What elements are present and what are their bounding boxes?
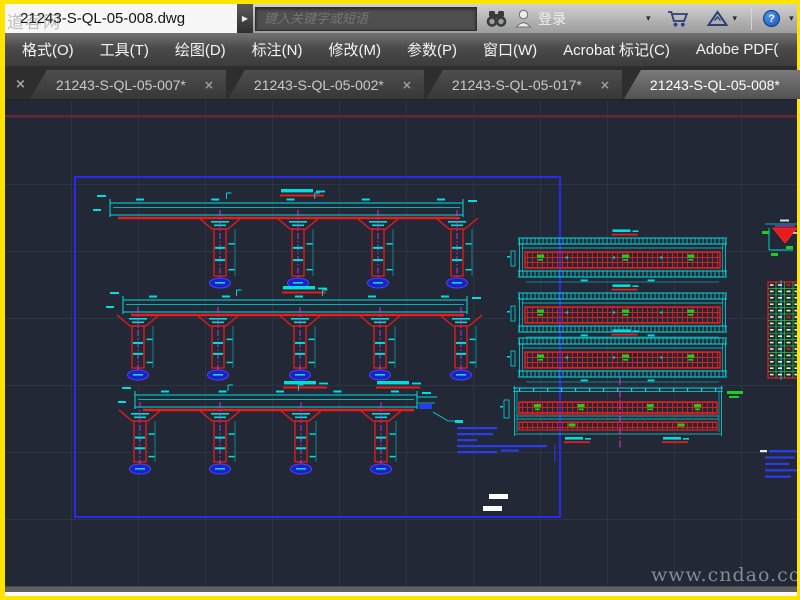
file-tab-007[interactable]: 21243-S-QL-05-007* × [29, 70, 226, 99]
menu-bar: 格式(O) 工具(T) 绘图(D) 标注(N) 修改(M) 参数(P) 窗口(W… [5, 33, 797, 66]
menu-draw[interactable]: 绘图(D) [162, 33, 239, 66]
sign-in-caret-icon[interactable]: ▾ [646, 14, 651, 24]
beam-detail-1 [507, 229, 727, 283]
menu-parametric[interactable]: 参数(P) [394, 33, 470, 66]
close-tab-icon[interactable]: × [15, 77, 26, 92]
screenshot-frame: 道客网 21243-S-QL-05-008.dwg ▶ 键入关键字或短语 登录 … [0, 0, 800, 600]
help-search-box[interactable] [255, 6, 477, 31]
notes-block-left [455, 420, 501, 454]
menu-format[interactable]: 格式(O) [9, 33, 87, 66]
toolbar-divider [751, 7, 753, 30]
bridge-elevation-view-2 [106, 286, 483, 381]
help-caret-icon[interactable]: ▾ [789, 14, 794, 24]
file-tab-008-active[interactable]: 21243-S-QL-05-008* [623, 70, 800, 99]
menu-acrobat-markup[interactable]: Acrobat 标记(C) [550, 33, 683, 66]
menu-dimension[interactable]: 标注(N) [239, 33, 316, 66]
beam-detail-4 [500, 378, 743, 462]
drawing-canvas[interactable]: www.cndao.com [5, 100, 797, 586]
exchange-cart-icon[interactable] [666, 9, 691, 28]
binoculars-search-icon[interactable] [485, 9, 508, 28]
search-input[interactable] [256, 7, 476, 30]
bottom-white-strip [5, 592, 797, 596]
menu-adobe-pdf[interactable]: Adobe PDF( [683, 33, 792, 66]
file-tabs-bar: × 21243-S-QL-05-007* × 21243-S-QL-05-002… [5, 66, 800, 100]
menu-modify[interactable]: 修改(M) [315, 33, 394, 66]
autodesk-360-icon[interactable] [706, 10, 729, 27]
beam-detail-3 [507, 329, 727, 383]
close-tab-icon[interactable]: × [204, 78, 218, 92]
menu-tools[interactable]: 工具(T) [87, 33, 162, 66]
menu-window[interactable]: 窗口(W) [470, 33, 550, 66]
cross-section-detail [762, 219, 797, 256]
autodesk-caret-icon[interactable]: ▾ [733, 14, 738, 24]
rebar-table [767, 280, 797, 380]
window-title: 道客网 21243-S-QL-05-008.dwg [5, 4, 237, 33]
bridge-elevation-view-3 [118, 381, 456, 475]
user-icon[interactable] [515, 9, 532, 28]
title-bar: 道客网 21243-S-QL-05-008.dwg ▶ 键入关键字或短语 登录 … [5, 4, 797, 33]
overlay-watermark: 道客网 [7, 13, 61, 32]
beam-detail-2 [507, 284, 727, 338]
site-watermark: www.cndao.com [651, 564, 797, 586]
notes-block-right [760, 450, 797, 478]
file-tab-002[interactable]: 21243-S-QL-05-002* × [227, 70, 424, 99]
bridge-elevation-view-1 [93, 189, 479, 289]
white-annotation-bar [483, 506, 502, 511]
white-annotation-bar [489, 494, 508, 499]
file-tab-017[interactable]: 21243-S-QL-05-017* × [425, 70, 622, 99]
close-tab-icon[interactable]: × [402, 78, 416, 92]
application-window: 道客网 21243-S-QL-05-008.dwg ▶ 键入关键字或短语 登录 … [5, 4, 800, 596]
help-icon[interactable]: ? [763, 10, 781, 27]
close-tab-icon[interactable]: × [600, 78, 614, 92]
search-expand-button[interactable]: ▶ [237, 4, 253, 33]
cad-drawing [5, 115, 797, 518]
sign-in-button[interactable]: 登录 [538, 9, 566, 29]
